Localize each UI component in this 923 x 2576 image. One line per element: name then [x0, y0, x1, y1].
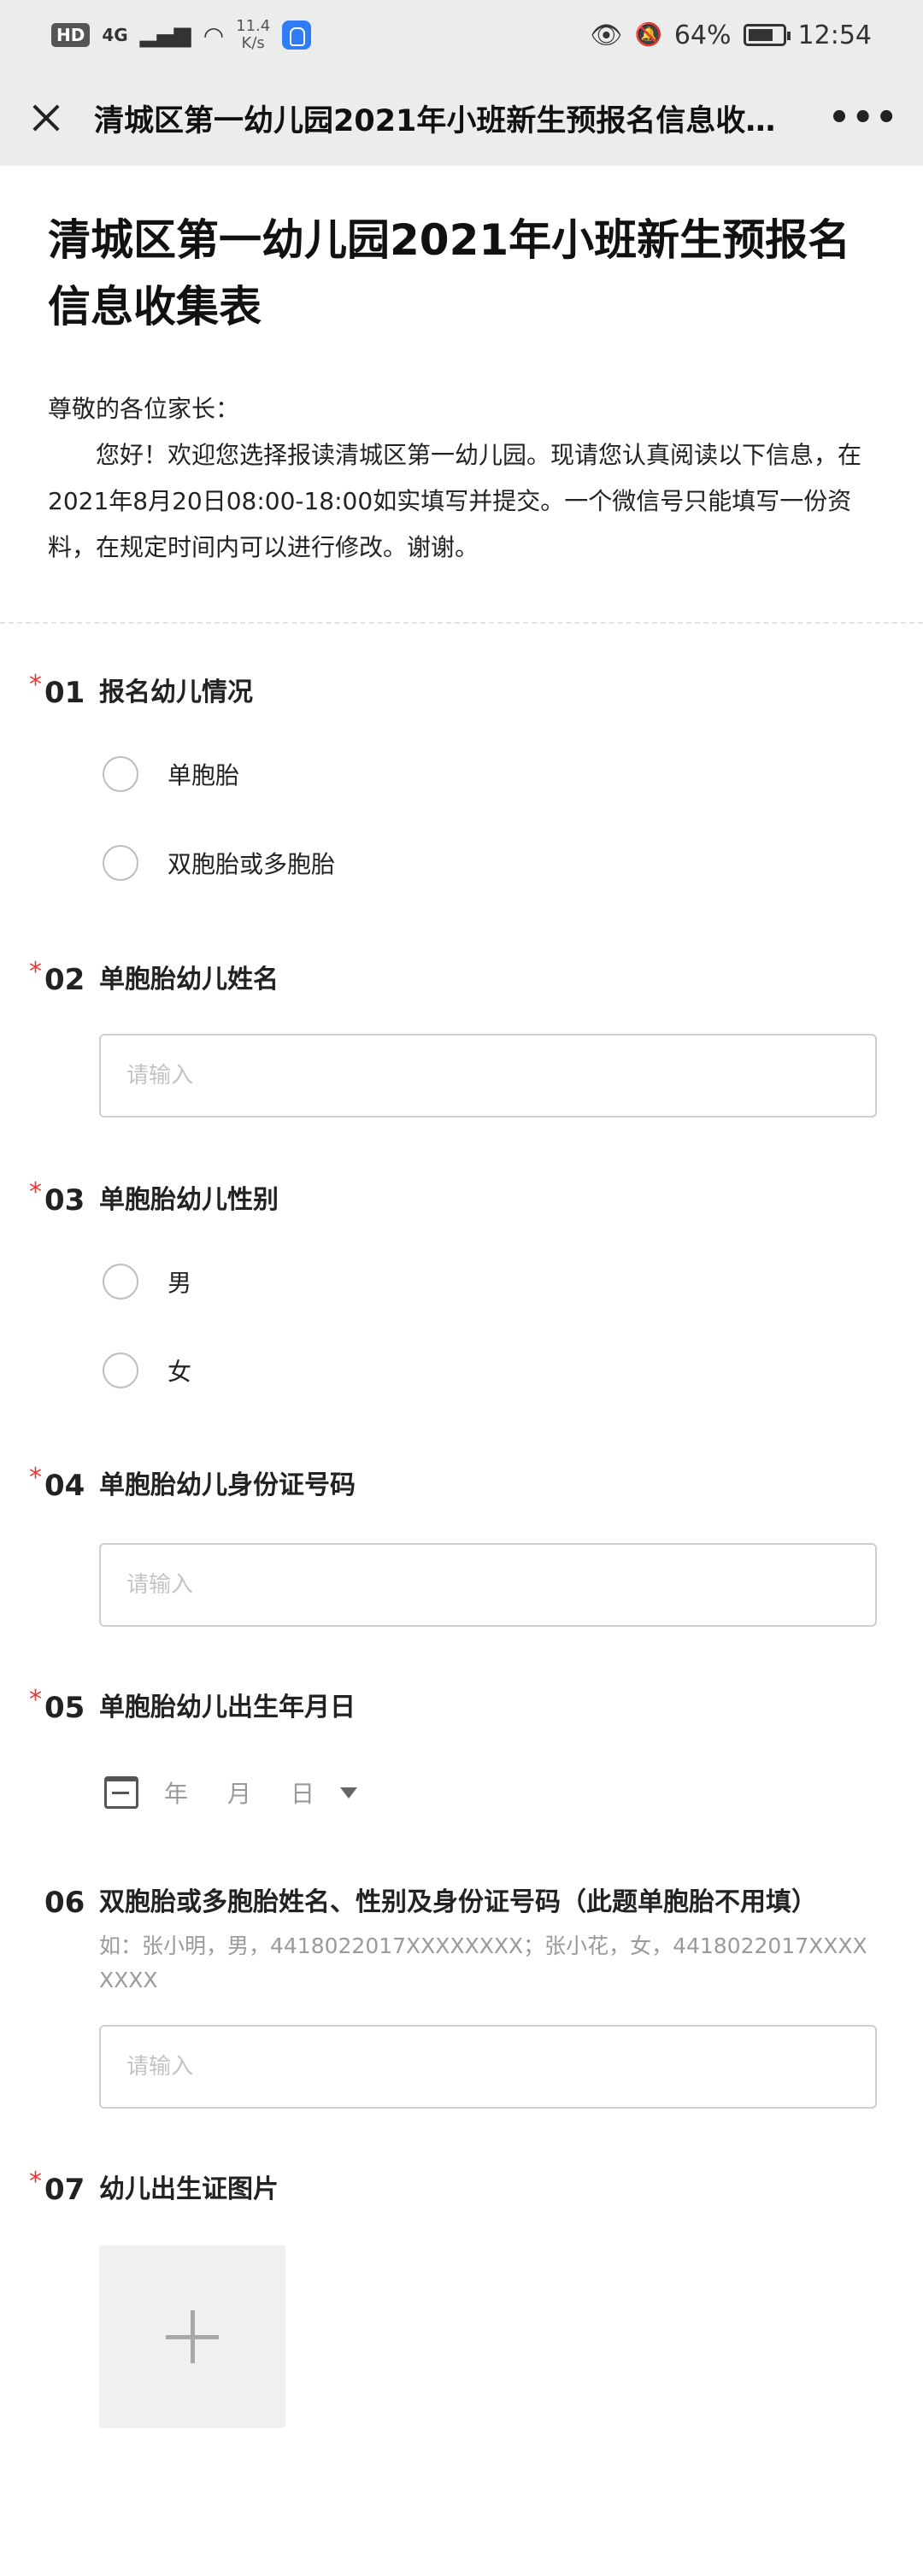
- question-title: 双胞胎或多胞胎姓名、性别及身份证号码（此题单胞胎不用填）: [99, 1887, 817, 1917]
- form-intro: 尊敬的各位家长： 您好！欢迎您选择报读清城区第一幼儿园。现请您认真阅读以下信息，…: [48, 386, 875, 571]
- wifi-icon: ◠: [203, 21, 225, 50]
- form-content: 清城区第一幼儿园2021年小班新生预报名信息收集表 尊敬的各位家长： 您好！欢迎…: [0, 166, 923, 2428]
- hd-indicator: HD: [51, 23, 91, 47]
- signal-icon: ▂▄▆: [139, 22, 191, 48]
- clock: 12:54: [797, 20, 872, 50]
- mute-icon: 🔕: [634, 22, 662, 48]
- question-title: 单胞胎幼儿姓名: [99, 965, 279, 995]
- eye-icon: 👁: [590, 20, 623, 50]
- form-title: 清城区第一幼儿园2021年小班新生预报名信息收集表: [48, 215, 851, 332]
- divider: [0, 622, 923, 624]
- required-marker: *: [29, 957, 42, 987]
- question-title: 单胞胎幼儿出生年月日: [99, 1693, 356, 1722]
- question-number: 03: [44, 1183, 85, 1218]
- intro-greeting: 尊敬的各位家长：: [48, 395, 240, 423]
- more-icon[interactable]: •••: [828, 98, 899, 138]
- multiple-children-input[interactable]: [99, 2025, 877, 2109]
- nav-title: 清城区第一幼儿园2021年小班新生预报名信息收…: [94, 103, 776, 138]
- required-marker: *: [29, 1177, 42, 1207]
- required-marker: *: [29, 1685, 42, 1715]
- date-day: 日: [291, 1780, 315, 1808]
- question-3: * 03 单胞胎幼儿性别 男 女: [29, 1177, 877, 1415]
- radio-label: 单胞胎: [168, 761, 240, 789]
- question-title: 单胞胎幼儿身份证号码: [99, 1470, 356, 1500]
- child-name-input[interactable]: [99, 1034, 877, 1118]
- question-title: 幼儿出生证图片: [99, 2174, 279, 2204]
- radio-button[interactable]: [103, 1353, 138, 1388]
- question-number: 02: [44, 963, 85, 997]
- date-month: 月: [227, 1780, 252, 1808]
- question-number: 04: [44, 1469, 85, 1503]
- question-1: * 01 报名幼儿情况 单胞胎 双胞胎或多胞胎: [29, 670, 877, 907]
- date-year: 年: [164, 1780, 189, 1808]
- question-4: * 04 单胞胎幼儿身份证号码: [29, 1463, 877, 1627]
- radio-button[interactable]: [103, 845, 138, 881]
- status-bar: HD 4G ▂▄▆ ◠ 11.4 K/s 👁 🔕 64% 12:54: [0, 0, 923, 70]
- intro-text: 您好！欢迎您选择报读清城区第一幼儿园。现请您认真阅读以下信息，在2021年8月2…: [48, 441, 862, 561]
- chevron-down-icon: [340, 1787, 358, 1799]
- radio-label: 双胞胎或多胞胎: [168, 850, 336, 878]
- question-number: 07: [44, 2173, 85, 2207]
- required-marker: *: [29, 1463, 42, 1493]
- question-hint: 如：张小明，男，4418022017XXXXXXXX；张小花，女，4418022…: [99, 1933, 867, 1992]
- upload-image-button[interactable]: [99, 2245, 285, 2428]
- question-number: 05: [44, 1691, 85, 1725]
- battery-icon: [743, 24, 791, 46]
- radio-option-female[interactable]: 女: [103, 1326, 877, 1415]
- battery-percent: 64%: [673, 20, 732, 50]
- close-icon[interactable]: [24, 96, 68, 140]
- question-number: 01: [44, 676, 85, 710]
- radio-option-multiple[interactable]: 双胞胎或多胞胎: [103, 819, 877, 907]
- radio-button[interactable]: [103, 1264, 138, 1300]
- app-notification-icon: [282, 21, 312, 50]
- radio-label: 男: [168, 1269, 192, 1297]
- question-title: 报名幼儿情况: [99, 678, 253, 707]
- radio-option-single[interactable]: 单胞胎: [103, 730, 877, 819]
- required-marker: *: [29, 670, 42, 700]
- question-6: 06 双胞胎或多胞胎姓名、性别及身份证号码（此题单胞胎不用填） 如：张小明，男，…: [44, 1883, 877, 2109]
- child-id-input[interactable]: [99, 1543, 877, 1627]
- question-number: 06: [44, 1886, 85, 1920]
- question-title: 单胞胎幼儿性别: [99, 1185, 279, 1215]
- network-speed-unit: K/s: [241, 34, 265, 52]
- network-speed: 11.4 K/s: [236, 18, 270, 52]
- nav-bar: 清城区第一幼儿园2021年小班新生预报名信息收… •••: [0, 70, 923, 166]
- radio-label: 女: [168, 1358, 192, 1386]
- question-2: * 02 单胞胎幼儿姓名: [29, 957, 877, 1118]
- network-speed-value: 11.4: [236, 17, 271, 35]
- birthdate-picker[interactable]: 年 月 日: [104, 1767, 877, 1818]
- question-5: * 05 单胞胎幼儿出生年月日 年 月 日: [29, 1685, 877, 1818]
- radio-option-male[interactable]: 男: [103, 1237, 877, 1326]
- radio-button[interactable]: [103, 756, 138, 792]
- calendar-icon: [104, 1776, 138, 1809]
- question-7: * 07 幼儿出生证图片: [29, 2167, 877, 2428]
- required-marker: *: [29, 2167, 42, 2197]
- network-indicator: 4G: [102, 25, 128, 45]
